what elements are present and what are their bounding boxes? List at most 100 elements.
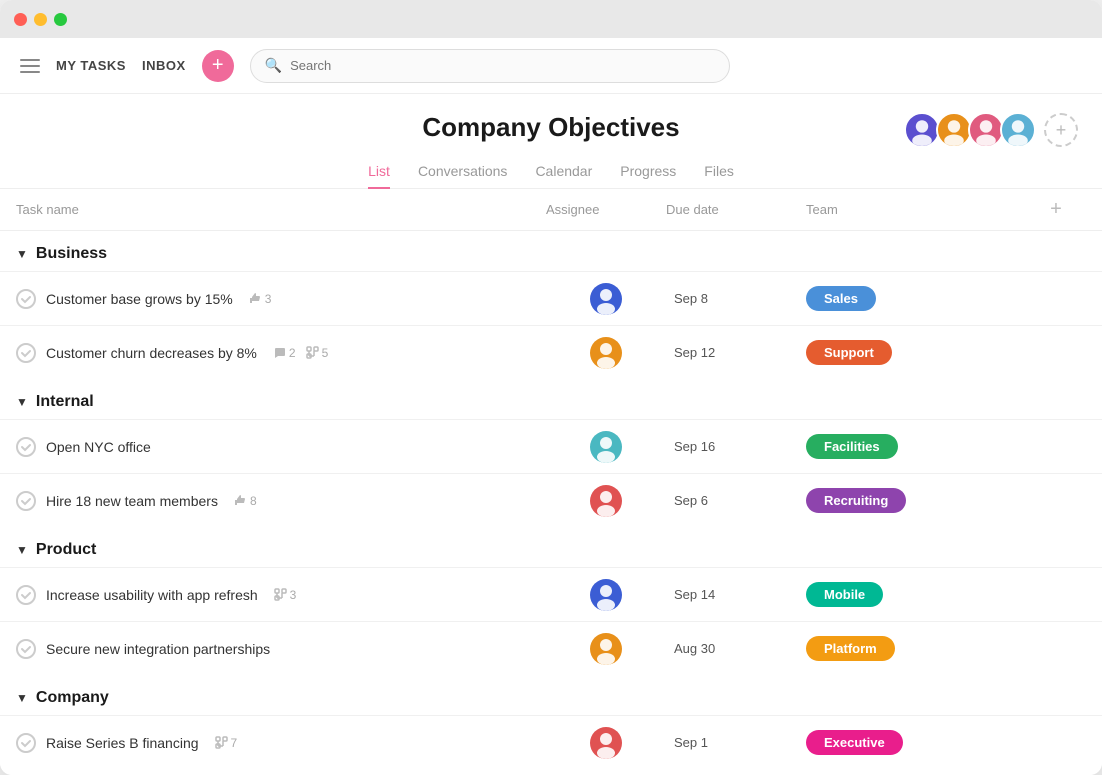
section-business-label: Business bbox=[36, 245, 107, 263]
avatar-4[interactable] bbox=[1000, 112, 1036, 148]
subtask-icon: 7 bbox=[215, 736, 238, 750]
search-bar: 🔍 bbox=[250, 49, 730, 83]
task-name-t2: Customer churn decreases by 8% bbox=[46, 345, 257, 361]
assignee-t2 bbox=[546, 337, 666, 369]
section-company: ▼ Company bbox=[0, 675, 1102, 715]
task-check-t2[interactable] bbox=[16, 343, 36, 363]
task-name-cell: Increase usability with app refresh 3 bbox=[16, 585, 546, 605]
section-internal-label: Internal bbox=[36, 393, 94, 411]
table-row: Customer churn decreases by 8% 2 5 bbox=[0, 325, 1102, 379]
due-date-t2: Sep 12 bbox=[666, 345, 806, 360]
task-name-cell: Secure new integration partnerships bbox=[16, 639, 546, 659]
search-icon: 🔍 bbox=[265, 57, 282, 74]
task-name-t6: Secure new integration partnerships bbox=[46, 641, 270, 657]
team-t3: Facilities bbox=[806, 434, 1026, 459]
thumbs-up-icon: 8 bbox=[234, 494, 257, 508]
due-date-t1: Sep 8 bbox=[666, 291, 806, 306]
page-header: Company Objectives + bbox=[0, 94, 1102, 189]
table-row: Raise Series B financing 7 Sep 1 E bbox=[0, 715, 1102, 769]
app-window: MY TASKS INBOX + 🔍 Company Objectives bbox=[0, 0, 1102, 775]
task-check-t3[interactable] bbox=[16, 437, 36, 457]
task-meta-t1: 3 bbox=[249, 292, 272, 306]
team-avatars: + bbox=[904, 112, 1078, 148]
task-check-t7[interactable] bbox=[16, 733, 36, 753]
fullscreen-button[interactable] bbox=[54, 13, 67, 26]
task-name-cell: Customer base grows by 15% 3 bbox=[16, 289, 546, 309]
team-t5: Mobile bbox=[806, 582, 1026, 607]
task-table: Task name Assignee Due date Team + ▼ Bus… bbox=[0, 189, 1102, 775]
subtask-icon: 5 bbox=[306, 346, 329, 360]
team-badge-t3: Facilities bbox=[806, 434, 898, 459]
table-row: Secure new integration partnerships Aug … bbox=[0, 621, 1102, 675]
task-name-t4: Hire 18 new team members bbox=[46, 493, 218, 509]
task-name-t5: Increase usability with app refresh bbox=[46, 587, 258, 603]
assignee-t3 bbox=[546, 431, 666, 463]
section-product: ▼ Product bbox=[0, 527, 1102, 567]
inbox-link[interactable]: INBOX bbox=[142, 58, 186, 73]
task-name-t7: Raise Series B financing bbox=[46, 735, 199, 751]
tab-list[interactable]: List bbox=[368, 155, 390, 189]
topnav: MY TASKS INBOX + 🔍 bbox=[0, 38, 1102, 94]
thumbs-up-icon: 3 bbox=[249, 292, 272, 306]
col-assignee: Assignee bbox=[546, 202, 666, 217]
task-check-t6[interactable] bbox=[16, 639, 36, 659]
due-date-t3: Sep 16 bbox=[666, 439, 806, 454]
my-tasks-link[interactable]: MY TASKS bbox=[56, 58, 126, 73]
hamburger-menu-icon[interactable] bbox=[20, 59, 40, 73]
search-input[interactable] bbox=[290, 58, 715, 73]
avatar-1[interactable] bbox=[904, 112, 940, 148]
section-company-label: Company bbox=[36, 689, 109, 707]
minimize-button[interactable] bbox=[34, 13, 47, 26]
team-t6: Platform bbox=[806, 636, 1026, 661]
team-badge-t6: Platform bbox=[806, 636, 895, 661]
window-controls bbox=[14, 13, 67, 26]
company-chevron-icon[interactable]: ▼ bbox=[16, 691, 28, 705]
task-name-cell: Customer churn decreases by 8% 2 5 bbox=[16, 343, 546, 363]
internal-chevron-icon[interactable]: ▼ bbox=[16, 395, 28, 409]
add-member-button[interactable]: + bbox=[1044, 113, 1078, 147]
titlebar bbox=[0, 0, 1102, 38]
due-date-t7: Sep 1 bbox=[666, 735, 806, 750]
section-product-label: Product bbox=[36, 541, 96, 559]
close-button[interactable] bbox=[14, 13, 27, 26]
task-meta-t5: 3 bbox=[274, 588, 297, 602]
section-business: ▼ Business bbox=[0, 231, 1102, 271]
assignee-t6 bbox=[546, 633, 666, 665]
col-team: Team bbox=[806, 202, 1026, 217]
subtask-icon: 3 bbox=[274, 588, 297, 602]
task-name-cell: Hire 18 new team members 8 bbox=[16, 491, 546, 511]
team-badge-t7: Executive bbox=[806, 730, 903, 755]
avatar-3[interactable] bbox=[968, 112, 1004, 148]
assignee-t4 bbox=[546, 485, 666, 517]
team-badge-t1: Sales bbox=[806, 286, 876, 311]
task-check-t4[interactable] bbox=[16, 491, 36, 511]
table-header: Task name Assignee Due date Team + bbox=[0, 189, 1102, 231]
table-row: Hire 18 new team members 8 Sep 6 R bbox=[0, 473, 1102, 527]
tab-calendar[interactable]: Calendar bbox=[535, 155, 592, 189]
tab-files[interactable]: Files bbox=[704, 155, 734, 189]
add-task-button[interactable]: + bbox=[202, 50, 234, 82]
task-meta-t7: 7 bbox=[215, 736, 238, 750]
assignee-t1 bbox=[546, 283, 666, 315]
team-badge-t2: Support bbox=[806, 340, 892, 365]
task-meta-t2: 2 5 bbox=[273, 346, 328, 360]
col-due-date: Due date bbox=[666, 202, 806, 217]
add-column-button[interactable]: + bbox=[1026, 198, 1086, 221]
team-t7: Executive bbox=[806, 730, 1026, 755]
assignee-t7 bbox=[546, 727, 666, 759]
tab-progress[interactable]: Progress bbox=[620, 155, 676, 189]
task-check-t1[interactable] bbox=[16, 289, 36, 309]
task-check-t5[interactable] bbox=[16, 585, 36, 605]
due-date-t4: Sep 6 bbox=[666, 493, 806, 508]
avatar-2[interactable] bbox=[936, 112, 972, 148]
table-row: Open NYC office Sep 16 Facilities bbox=[0, 419, 1102, 473]
table-row: Increase usability with app refresh 3 Se… bbox=[0, 567, 1102, 621]
team-badge-t4: Recruiting bbox=[806, 488, 906, 513]
due-date-t5: Sep 14 bbox=[666, 587, 806, 602]
view-tabs: List Conversations Calendar Progress Fil… bbox=[0, 155, 1102, 189]
tab-conversations[interactable]: Conversations bbox=[418, 155, 508, 189]
product-chevron-icon[interactable]: ▼ bbox=[16, 543, 28, 557]
section-internal: ▼ Internal bbox=[0, 379, 1102, 419]
business-chevron-icon[interactable]: ▼ bbox=[16, 247, 28, 261]
task-name-t1: Customer base grows by 15% bbox=[46, 291, 233, 307]
